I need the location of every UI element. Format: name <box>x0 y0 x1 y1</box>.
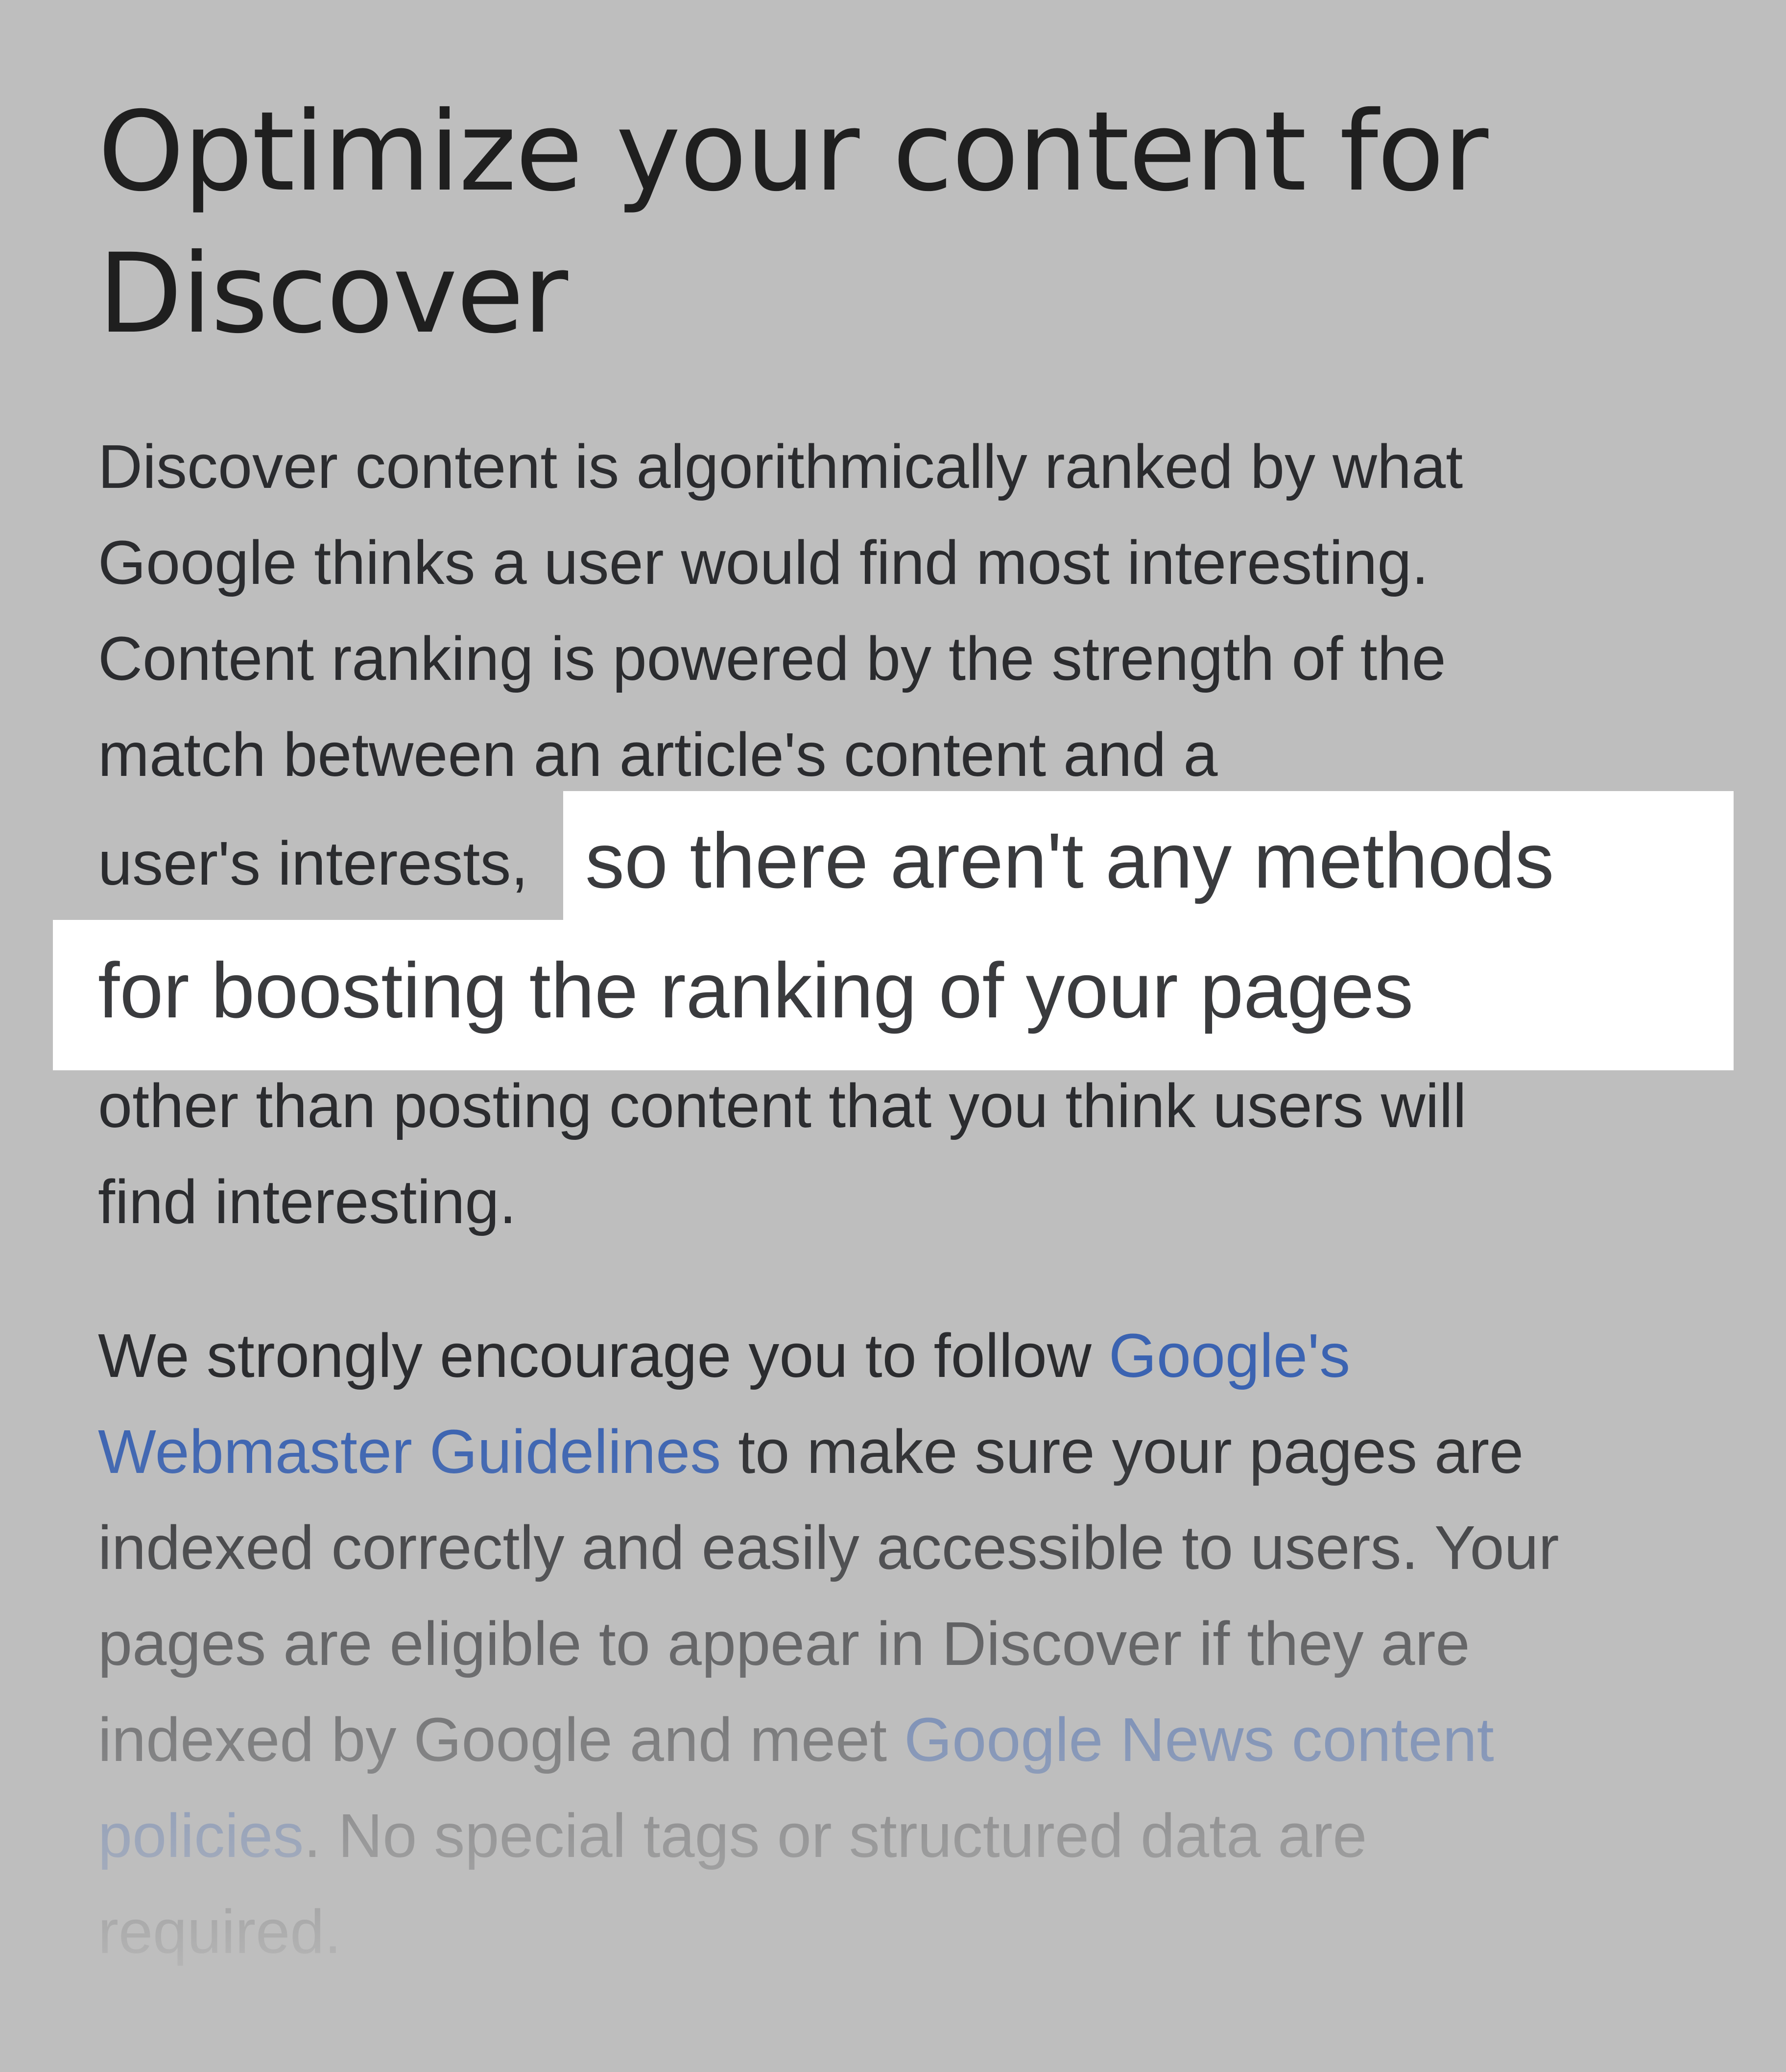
paragraph-line: Google thinks a user would find most int… <box>98 528 1429 597</box>
paragraph-line: other than posting content that you thin… <box>98 1071 1467 1140</box>
text-segment: . No special tags or structured data are <box>304 1801 1367 1870</box>
paragraph-line: Content ranking is powered by the streng… <box>98 624 1446 693</box>
paragraph-line: indexed by Google and meet Google News c… <box>98 1692 1714 1788</box>
article-page: Optimize your content for Discover Disco… <box>0 0 1786 2072</box>
paragraph-line: user's interests, <box>98 829 528 898</box>
highlighted-quote-line-2: for boosting the ranking of your pages <box>98 946 1414 1034</box>
webmaster-guidelines-link[interactable]: Google's <box>1109 1321 1350 1390</box>
paragraph-line: Webmaster Guidelines to make sure your p… <box>98 1404 1714 1500</box>
paragraph-line: find interesting. <box>98 1167 517 1236</box>
paragraph-line: required. <box>98 1897 342 1966</box>
paragraph-line: Discover content is algorithmically rank… <box>98 432 1463 501</box>
paragraph-line: match between an article's content and a <box>98 720 1218 789</box>
news-content-policies-link[interactable]: Google News content <box>904 1705 1494 1774</box>
highlighted-quote-line-1: so there aren't any methods <box>585 817 1554 904</box>
paragraph-line: policies. No special tags or structured … <box>98 1788 1714 1884</box>
paragraph-discover-ranking: Discover content is algorithmically rank… <box>98 419 1714 803</box>
webmaster-guidelines-link[interactable]: Webmaster Guidelines <box>98 1417 721 1486</box>
title-line-2: Discover <box>98 230 568 358</box>
text-segment: We strongly encourage you to follow <box>98 1321 1109 1390</box>
paragraph-line: indexed correctly and easily accessible … <box>98 1513 1559 1582</box>
text-segment: to make sure your pages are <box>721 1417 1524 1486</box>
paragraph-line: pages are eligible to appear in Discover… <box>98 1609 1470 1678</box>
page-title: Optimize your content for Discover <box>98 81 1665 365</box>
news-content-policies-link[interactable]: policies <box>98 1801 304 1870</box>
paragraph-guidelines: We strongly encourage you to follow Goog… <box>98 1308 1714 1980</box>
title-line-1: Optimize your content for <box>98 88 1488 216</box>
text-segment: indexed by Google and meet <box>98 1705 905 1774</box>
paragraph-line: We strongly encourage you to follow Goog… <box>98 1308 1714 1404</box>
